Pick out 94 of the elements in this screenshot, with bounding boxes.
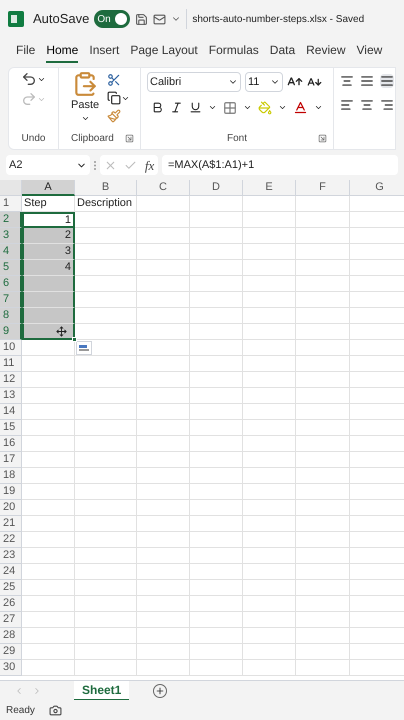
align-right-icon[interactable] [380,98,394,112]
row-header[interactable]: 29 [0,644,22,660]
row-header[interactable]: 20 [0,500,22,516]
grid-cell[interactable]: 1 [22,212,75,228]
row-header[interactable]: 27 [0,612,22,628]
group-label: Font [226,132,247,146]
align-left-icon[interactable] [340,98,354,112]
row-header[interactable]: 8 [0,308,22,324]
row-header[interactable]: 12 [0,372,22,388]
dialog-launcher-icon[interactable] [318,134,327,143]
copy-icon[interactable] [107,91,122,105]
row-header[interactable]: 22 [0,532,22,548]
menu-tab[interactable]: View [356,40,382,62]
borders-icon[interactable] [223,100,237,114]
row-header[interactable]: 4 [0,244,22,260]
bold-icon[interactable] [151,101,164,114]
insert-function-button[interactable]: fx [144,158,154,172]
dialog-launcher-icon[interactable] [125,134,134,143]
mail-icon[interactable] [153,12,166,26]
underline-icon[interactable] [189,101,202,114]
menu-tab[interactable]: Data [270,40,296,62]
italic-icon[interactable] [170,101,183,114]
row-header[interactable]: 5 [0,260,22,276]
menu-tab[interactable]: Formulas [208,40,259,62]
row-header[interactable]: 10 [0,340,22,356]
column-header[interactable]: A [22,180,75,196]
row-header[interactable]: 19 [0,484,22,500]
row-header[interactable]: 30 [0,660,22,676]
row-header[interactable]: 25 [0,580,22,596]
row-header[interactable]: 24 [0,564,22,580]
caret-icon[interactable] [208,103,217,112]
name-box[interactable]: A2 [6,155,90,175]
enter-icon[interactable] [124,158,138,172]
autosave-toggle[interactable]: On [94,10,130,28]
row-header[interactable]: 21 [0,516,22,532]
sheet-tab[interactable]: Sheet1 [74,680,130,700]
spreadsheet-logo-icon [8,11,24,27]
row-header[interactable]: 23 [0,548,22,564]
select-all-corner[interactable] [0,180,22,196]
font-size-dropdown[interactable]: 11 [245,72,283,92]
align-bottom-icon[interactable] [380,74,394,88]
menu-tab[interactable]: Review [306,40,346,62]
row-header[interactable]: 17 [0,452,22,468]
fill-color-icon[interactable] [258,100,272,114]
row-header[interactable]: 14 [0,404,22,420]
grid-cell[interactable]: Description [75,196,137,212]
row-header[interactable]: 7 [0,292,22,308]
font-color-icon[interactable] [293,100,308,115]
file-title: shorts-auto-number-steps.xlsx - Saved [192,12,364,26]
caret-icon[interactable] [314,103,323,112]
row-header[interactable]: 3 [0,228,22,244]
menu-tab[interactable]: Insert [89,40,120,62]
row-header[interactable]: 13 [0,388,22,404]
row-header[interactable]: 1 [0,196,22,212]
auto-fill-options-icon[interactable] [76,341,92,355]
grid-cell[interactable]: 4 [22,260,75,276]
row-header[interactable]: 2 [0,212,22,228]
row-header[interactable]: 6 [0,276,22,292]
caret-icon[interactable] [243,103,252,112]
grid-cell[interactable] [22,324,75,340]
grid-cell[interactable]: Step [22,196,75,212]
row-header[interactable]: 9 [0,324,22,340]
grid-cell[interactable]: 2 [22,228,75,244]
autosave-label: AutoSave [33,10,90,28]
menu-tab[interactable]: Home [46,40,78,62]
grid-cell[interactable] [22,276,75,292]
align-top-icon[interactable] [340,74,354,88]
add-sheet-icon[interactable] [153,684,168,698]
save-icon[interactable] [135,12,148,26]
row-header[interactable]: 11 [0,356,22,372]
grid-cell[interactable] [22,308,75,324]
grid-cell[interactable] [22,292,75,308]
group-label: Clipboard [71,132,114,146]
fill-handle[interactable] [72,337,77,342]
fill-cursor-icon [56,326,67,337]
row-header[interactable]: 28 [0,628,22,644]
cut-icon[interactable] [107,73,122,87]
cancel-icon[interactable] [104,158,117,172]
undo-icon[interactable] [21,71,37,87]
menu-tab[interactable]: File [16,40,36,62]
row-header[interactable]: 16 [0,436,22,452]
align-middle-icon[interactable] [360,74,374,88]
menu-tab[interactable]: Page Layout [130,40,198,62]
align-center-icon[interactable] [360,98,374,112]
formula-field[interactable]: =MAX(A$1:A1)+1 [162,155,398,175]
row-header[interactable]: 18 [0,468,22,484]
status-text: Ready [6,704,35,718]
font-name-dropdown[interactable]: Calibri [147,72,241,92]
row-header[interactable]: 26 [0,596,22,612]
paste-label[interactable]: Paste [71,97,100,114]
caret-icon[interactable] [278,103,287,112]
row-header[interactable]: 15 [0,420,22,436]
grid-cell[interactable]: 3 [22,244,75,260]
group-label: Undo [22,132,46,146]
